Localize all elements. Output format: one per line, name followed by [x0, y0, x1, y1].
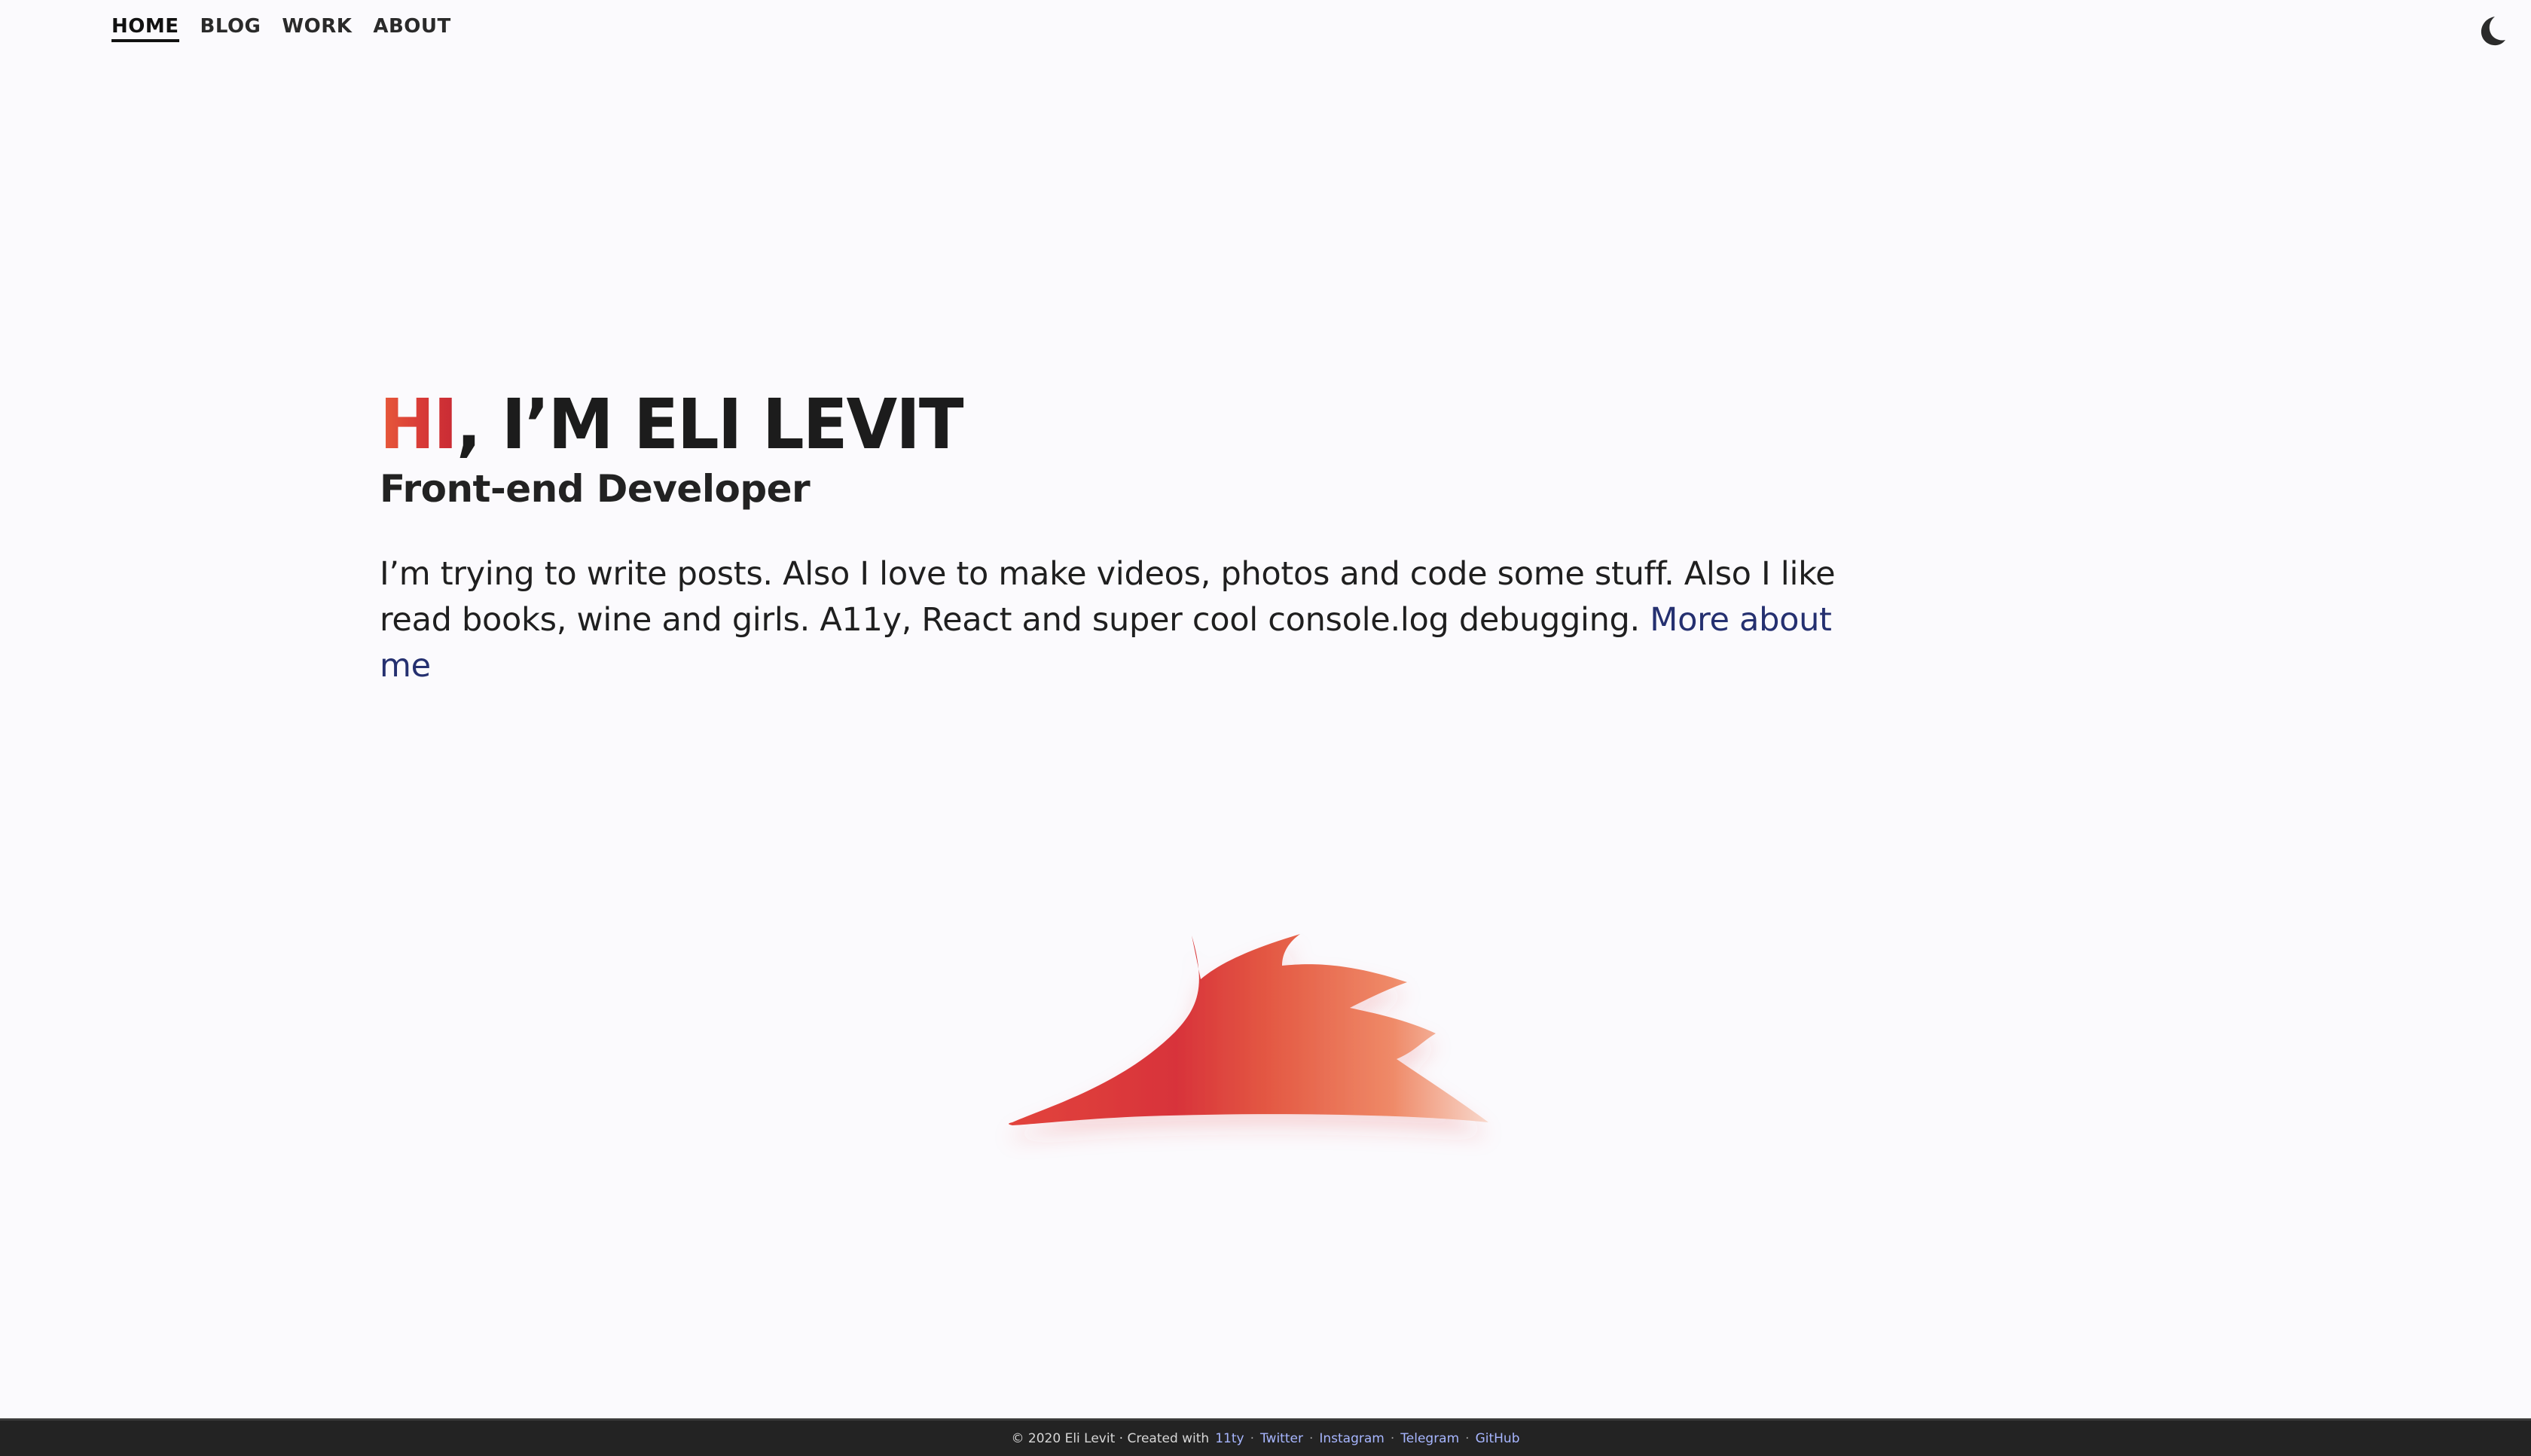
- footer-link-twitter[interactable]: Twitter: [1260, 1431, 1303, 1446]
- footer-separator: ·: [1390, 1430, 1395, 1446]
- hero-title-name: , I’M ELI LEVIT: [456, 384, 964, 465]
- footer-link-telegram[interactable]: Telegram: [1400, 1431, 1459, 1446]
- theme-toggle-button[interactable]: [2472, 12, 2508, 48]
- footer-separator: ·: [1308, 1430, 1314, 1446]
- hero-title: HI, I’M ELI LEVIT: [380, 384, 1811, 465]
- hero-subtitle: Front-end Developer: [380, 467, 811, 511]
- hero-title-highlight: HI: [380, 384, 458, 465]
- nav-item-blog[interactable]: BLOG: [200, 15, 261, 42]
- main-nav: HOME BLOG WORK ABOUT: [111, 15, 451, 42]
- hero-section: HI, I’M ELI LEVIT Front-end Developer I’…: [380, 384, 1886, 722]
- hair-illustration: [994, 919, 1537, 1175]
- hero-intro: I’m trying to write posts. Also I love t…: [380, 551, 1856, 689]
- red-hair-flame-icon: [1009, 934, 1488, 1125]
- nav-item-home[interactable]: HOME: [111, 15, 179, 42]
- footer-separator: ·: [1250, 1430, 1254, 1446]
- nav-item-about[interactable]: ABOUT: [373, 15, 450, 42]
- hero-intro-text: I’m trying to write posts. Also I love t…: [380, 555, 1836, 639]
- footer-link-github[interactable]: GitHub: [1476, 1431, 1520, 1446]
- footer-link-11ty[interactable]: 11ty: [1215, 1431, 1244, 1446]
- footer-separator: ·: [1465, 1430, 1470, 1446]
- site-footer: © 2020 Eli Levit · Created with 11ty · T…: [0, 1418, 2531, 1456]
- moon-icon: [2481, 17, 2505, 46]
- footer-copyright: © 2020 Eli Levit · Created with: [1011, 1430, 1210, 1446]
- footer-link-instagram[interactable]: Instagram: [1319, 1431, 1385, 1446]
- nav-item-work[interactable]: WORK: [282, 15, 352, 42]
